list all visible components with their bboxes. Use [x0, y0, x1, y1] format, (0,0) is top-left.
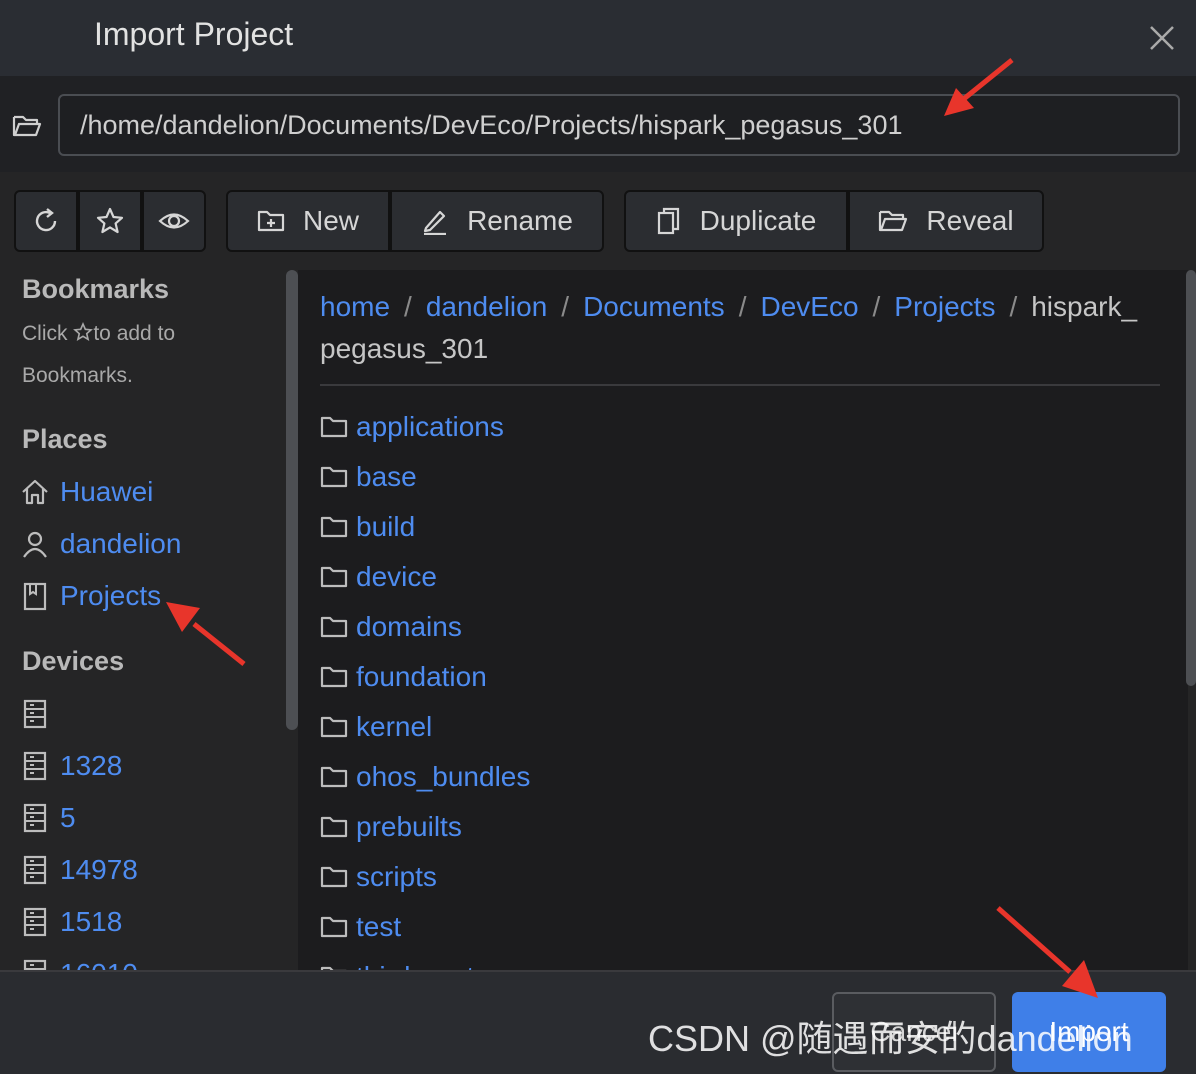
folder-icon — [320, 866, 348, 888]
devices-heading: Devices — [22, 646, 125, 676]
star-icon — [96, 207, 124, 234]
star-icon — [73, 322, 94, 342]
cancel-button[interactable]: Cancel — [832, 992, 996, 1072]
crumb-current-cont: pegasus_301 — [320, 333, 489, 364]
bookmark-add-button[interactable] — [78, 190, 142, 252]
file-row[interactable]: test — [320, 902, 530, 952]
folder-icon — [320, 416, 348, 438]
device-item[interactable]: 16010 — [20, 954, 138, 970]
file-row[interactable]: applications — [320, 402, 530, 452]
folder-open-icon — [879, 210, 908, 232]
folder-icon — [320, 666, 348, 688]
divider — [320, 384, 1160, 386]
folder-icon — [320, 616, 348, 638]
close-icon — [1150, 26, 1174, 50]
file-pane: home / dandelion / Documents / DevEco / Projects… — [298, 270, 1188, 970]
refresh-button[interactable] — [14, 190, 78, 252]
folder-icon — [320, 516, 348, 538]
device-item[interactable]: 1518 — [20, 902, 122, 942]
folder-icon — [320, 916, 348, 938]
folder-icon — [320, 766, 348, 788]
drive-icon — [23, 803, 47, 833]
device-item[interactable]: 1328 — [20, 746, 122, 786]
place-dandelion[interactable]: dandelion — [20, 524, 181, 564]
places-heading: Places — [22, 424, 108, 454]
file-pane-scrollbar[interactable] — [1186, 270, 1196, 686]
rename-label: Rename — [467, 205, 573, 236]
crumb-dandelion[interactable]: dandelion — [426, 291, 547, 322]
new-folder-button[interactable]: New — [226, 190, 390, 252]
bookmarks-hint: Click to add to — [22, 322, 176, 345]
crumb-projects[interactable]: Projects — [894, 291, 995, 322]
dialog-title: Import Project — [94, 16, 294, 52]
import-button[interactable]: Import — [1012, 992, 1166, 1072]
bookmarks-heading: Bookmarks — [22, 274, 170, 304]
device-item[interactable]: 5 — [20, 798, 76, 838]
file-row[interactable]: domains — [320, 602, 530, 652]
file-row[interactable]: third_party — [320, 952, 530, 970]
new-folder-icon — [257, 210, 285, 232]
sidebar: Bookmarks Click to add to Bookmarks. Pla… — [0, 270, 286, 970]
breadcrumb: home / dandelion / Documents / DevEco / Projects… — [320, 291, 1138, 364]
duplicate-button[interactable]: Duplicate — [624, 190, 848, 252]
crumb-documents[interactable]: Documents — [583, 291, 725, 322]
file-row[interactable]: prebuilts — [320, 802, 530, 852]
drive-icon — [23, 855, 47, 885]
drive-icon — [23, 907, 47, 937]
drive-icon — [23, 699, 47, 729]
file-row[interactable]: scripts — [320, 852, 530, 902]
file-row[interactable]: device — [320, 552, 530, 602]
duplicate-label: Duplicate — [699, 205, 817, 236]
folder-icon — [320, 716, 348, 738]
show-hidden-button[interactable] — [142, 190, 206, 252]
device-item[interactable]: 14978 — [20, 850, 138, 890]
file-row[interactable]: foundation — [320, 652, 530, 702]
reveal-button[interactable]: Reveal — [848, 190, 1044, 252]
place-projects[interactable]: Projects — [20, 576, 161, 616]
user-icon — [23, 531, 47, 558]
folder-open-icon — [12, 114, 42, 143]
drive-icon — [23, 959, 47, 970]
file-row[interactable]: kernel — [320, 702, 530, 752]
sidebar-scrollbar[interactable] — [286, 270, 298, 730]
bookmarks-hint-2: Bookmarks. — [22, 364, 133, 387]
refresh-icon — [35, 208, 57, 232]
eye-icon — [158, 213, 190, 229]
crumb-current: hispark_ — [1031, 291, 1138, 322]
home-icon — [22, 479, 48, 505]
pencil-icon — [423, 210, 447, 235]
crumb-home[interactable]: home — [320, 291, 390, 322]
place-huawei[interactable]: Huawei — [20, 472, 153, 512]
folder-icon — [320, 566, 348, 588]
file-row[interactable]: base — [320, 452, 530, 502]
new-folder-label: New — [302, 205, 359, 236]
crumb-deveco[interactable]: DevEco — [760, 291, 858, 322]
reveal-label: Reveal — [926, 205, 1014, 236]
file-list: applications base build device domains founda… — [320, 402, 530, 970]
device-item[interactable] — [20, 694, 60, 734]
duplicate-icon — [657, 207, 679, 235]
file-row[interactable]: build — [320, 502, 530, 552]
file-row[interactable]: ohos_bundles — [320, 752, 530, 802]
drive-icon — [23, 751, 47, 781]
path-input[interactable]: /home/dandelion/Documents/DevEco/Project… — [58, 94, 1180, 156]
folder-icon — [320, 466, 348, 488]
rename-button[interactable]: Rename — [390, 190, 604, 252]
folder-icon — [320, 816, 348, 838]
close-button[interactable] — [1142, 18, 1182, 58]
bookmark-icon — [23, 582, 47, 611]
